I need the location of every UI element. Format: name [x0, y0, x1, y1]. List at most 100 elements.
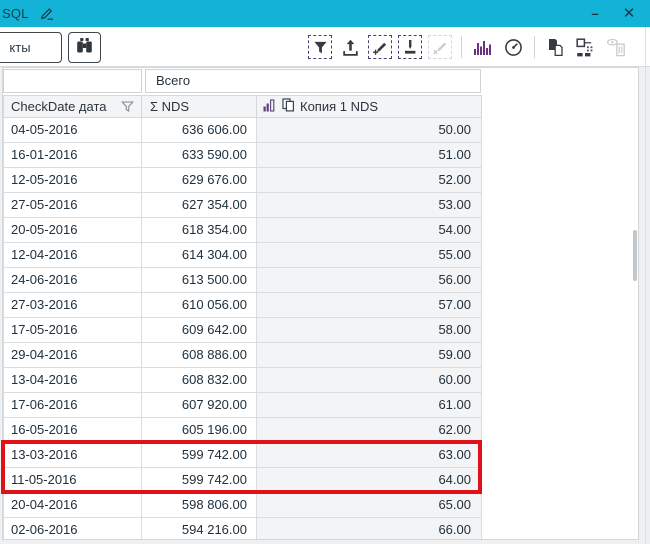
- date-cell[interactable]: 17-05-2016: [3, 318, 142, 343]
- kopiya-nds-cell[interactable]: 55.00: [257, 243, 482, 268]
- group-header-empty-cell[interactable]: [3, 69, 142, 93]
- nds-cell[interactable]: 608 832.00: [142, 368, 257, 393]
- nds-cell[interactable]: 610 056.00: [142, 293, 257, 318]
- nds-cell[interactable]: 605 196.00: [142, 418, 257, 443]
- date-cell[interactable]: 29-04-2016: [3, 343, 142, 368]
- nds-cell[interactable]: 594 216.00: [142, 518, 257, 540]
- window-controls: – ✕: [588, 0, 636, 27]
- kopiya-nds-cell[interactable]: 54.00: [257, 218, 482, 243]
- table-row[interactable]: 17-06-2016607 920.0061.00: [3, 393, 482, 418]
- nds-cell[interactable]: 609 642.00: [142, 318, 257, 343]
- pen-fill-down-icon[interactable]: [398, 35, 422, 59]
- column-header-label: CheckDate дата: [11, 99, 107, 114]
- nds-cell[interactable]: 607 920.00: [142, 393, 257, 418]
- date-cell[interactable]: 27-05-2016: [3, 193, 142, 218]
- date-cell[interactable]: 20-05-2016: [3, 218, 142, 243]
- table-row[interactable]: 17-05-2016609 642.0058.00: [3, 318, 482, 343]
- nds-cell[interactable]: 627 354.00: [142, 193, 257, 218]
- date-cell[interactable]: 16-01-2016: [3, 143, 142, 168]
- nds-cell[interactable]: 599 742.00: [142, 468, 257, 493]
- binoculars-icon: [75, 37, 94, 59]
- table-row[interactable]: 12-04-2016614 304.0055.00: [3, 243, 482, 268]
- nds-cell[interactable]: 599 742.00: [142, 443, 257, 468]
- facts-button[interactable]: кты: [0, 32, 62, 63]
- date-cell[interactable]: 11-05-2016: [3, 468, 142, 493]
- table-row[interactable]: 29-04-2016608 886.0059.00: [3, 343, 482, 368]
- kopiya-nds-cell[interactable]: 50.00: [257, 118, 482, 143]
- table-row[interactable]: 12-05-2016629 676.0052.00: [3, 168, 482, 193]
- column-header-label: Копия 1 NDS: [300, 99, 378, 114]
- table-row[interactable]: 20-04-2016598 806.0065.00: [3, 493, 482, 518]
- date-cell[interactable]: 13-04-2016: [3, 368, 142, 393]
- search-button[interactable]: [68, 32, 101, 63]
- date-cell[interactable]: 13-03-2016: [3, 443, 142, 468]
- date-cell[interactable]: 12-04-2016: [3, 243, 142, 268]
- toolbar: кты: [0, 27, 650, 67]
- kopiya-nds-cell[interactable]: 59.00: [257, 343, 482, 368]
- date-cell[interactable]: 16-05-2016: [3, 418, 142, 443]
- group-header-cell[interactable]: Всего: [145, 69, 481, 93]
- copy-column-icon: [282, 98, 295, 115]
- nds-cell[interactable]: 636 606.00: [142, 118, 257, 143]
- delete-hidden-icon: [604, 35, 628, 59]
- table-row[interactable]: 13-03-2016599 742.0063.00: [3, 443, 482, 468]
- date-cell[interactable]: 17-06-2016: [3, 393, 142, 418]
- column-header-label: Σ NDS: [150, 99, 189, 114]
- table-row[interactable]: 02-06-2016594 216.0066.00: [3, 518, 482, 540]
- filter-icon[interactable]: [308, 35, 332, 59]
- kopiya-nds-cell[interactable]: 51.00: [257, 143, 482, 168]
- kopiya-nds-cell[interactable]: 64.00: [257, 468, 482, 493]
- table-row[interactable]: 24-06-2016613 500.0056.00: [3, 268, 482, 293]
- kopiya-nds-cell[interactable]: 58.00: [257, 318, 482, 343]
- edit-add-icon[interactable]: [368, 35, 392, 59]
- hierarchy-icon[interactable]: [574, 35, 598, 59]
- table-row[interactable]: 13-04-2016608 832.0060.00: [3, 368, 482, 393]
- kopiya-nds-cell[interactable]: 66.00: [257, 518, 482, 540]
- kopiya-nds-cell[interactable]: 57.00: [257, 293, 482, 318]
- column-header-nds[interactable]: Σ NDS: [142, 95, 257, 118]
- nds-cell[interactable]: 614 304.00: [142, 243, 257, 268]
- column-header-checkdate[interactable]: CheckDate дата: [3, 95, 142, 118]
- bar-chart-icon[interactable]: [471, 35, 495, 59]
- table-row[interactable]: 11-05-2016599 742.0064.00: [3, 468, 482, 493]
- pivot-table-panel: Всего CheckDate дата Σ NDS Копия 1 NDS 0…: [2, 67, 639, 540]
- kopiya-nds-cell[interactable]: 53.00: [257, 193, 482, 218]
- toolbar-separator: [534, 36, 535, 58]
- nds-cell[interactable]: 608 886.00: [142, 343, 257, 368]
- kopiya-nds-cell[interactable]: 56.00: [257, 268, 482, 293]
- date-cell[interactable]: 27-03-2016: [3, 293, 142, 318]
- close-button[interactable]: ✕: [622, 0, 636, 27]
- nds-cell[interactable]: 598 806.00: [142, 493, 257, 518]
- kopiya-nds-cell[interactable]: 61.00: [257, 393, 482, 418]
- date-cell[interactable]: 02-06-2016: [3, 518, 142, 540]
- table-row[interactable]: 16-05-2016605 196.0062.00: [3, 418, 482, 443]
- kopiya-nds-cell[interactable]: 52.00: [257, 168, 482, 193]
- date-cell[interactable]: 12-05-2016: [3, 168, 142, 193]
- date-cell[interactable]: 24-06-2016: [3, 268, 142, 293]
- toolbar-icon-group: [308, 34, 628, 60]
- kopiya-nds-cell[interactable]: 60.00: [257, 368, 482, 393]
- kopiya-nds-cell[interactable]: 63.00: [257, 443, 482, 468]
- date-cell[interactable]: 04-05-2016: [3, 118, 142, 143]
- nds-cell[interactable]: 613 500.00: [142, 268, 257, 293]
- column-header-kopiya-nds[interactable]: Копия 1 NDS: [257, 95, 482, 118]
- copy-icon[interactable]: [544, 35, 568, 59]
- filter-funnel-icon[interactable]: [121, 100, 134, 113]
- edit-title-icon[interactable]: [38, 6, 55, 21]
- nds-cell[interactable]: 629 676.00: [142, 168, 257, 193]
- table-row[interactable]: 27-05-2016627 354.0053.00: [3, 193, 482, 218]
- table-row[interactable]: 16-01-2016633 590.0051.00: [3, 143, 482, 168]
- table-row[interactable]: 27-03-2016610 056.0057.00: [3, 293, 482, 318]
- facts-button-label: кты: [9, 40, 30, 55]
- nds-cell[interactable]: 618 354.00: [142, 218, 257, 243]
- vertical-scrollbar-thumb[interactable]: [633, 230, 637, 281]
- kopiya-nds-cell[interactable]: 65.00: [257, 493, 482, 518]
- date-cell[interactable]: 20-04-2016: [3, 493, 142, 518]
- nds-cell[interactable]: 633 590.00: [142, 143, 257, 168]
- table-row[interactable]: 04-05-2016636 606.0050.00: [3, 118, 482, 143]
- kopiya-nds-cell[interactable]: 62.00: [257, 418, 482, 443]
- table-row[interactable]: 20-05-2016618 354.0054.00: [3, 218, 482, 243]
- minimize-button[interactable]: –: [588, 0, 602, 27]
- export-icon[interactable]: [338, 35, 362, 59]
- gauge-icon[interactable]: [501, 35, 525, 59]
